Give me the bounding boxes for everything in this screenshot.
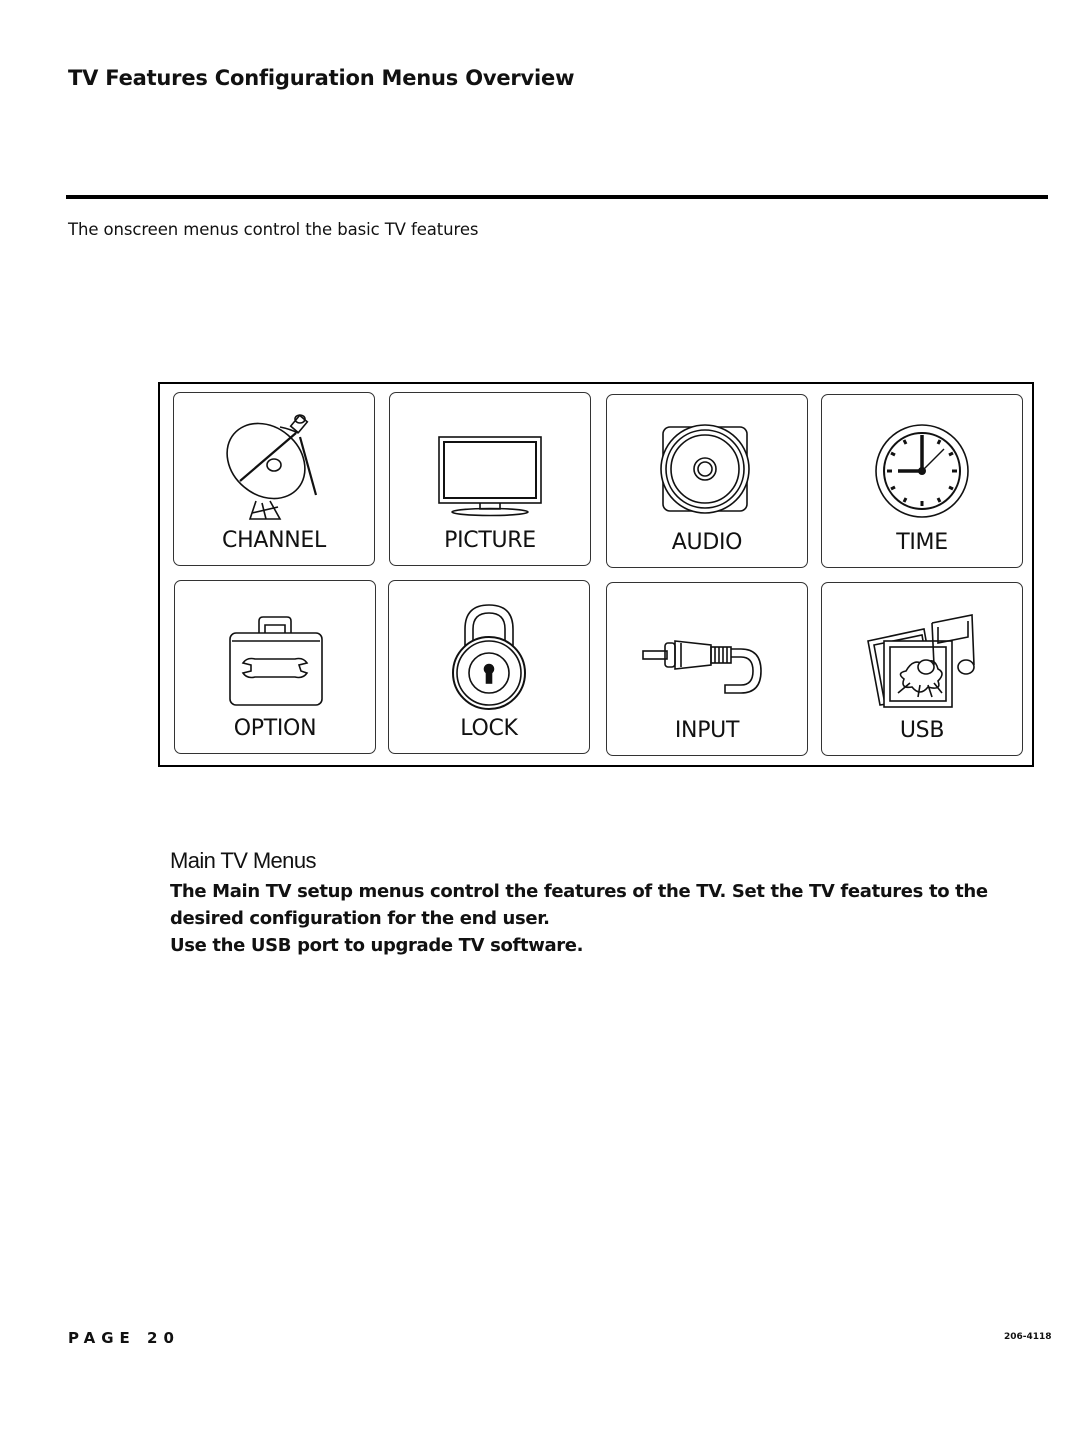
menu-tile-label: AUDIO <box>671 530 743 555</box>
body-paragraph: The Main TV setup menus control the feat… <box>170 881 988 929</box>
menu-tile-label: TIME <box>896 530 948 555</box>
menu-tile-input[interactable]: INPUT <box>606 582 808 756</box>
satellite-dish-icon <box>226 414 318 520</box>
photo-music-icon <box>867 614 975 708</box>
menu-tile-audio[interactable]: AUDIO <box>606 394 808 568</box>
body-paragraph: Use the USB port to upgrade TV software. <box>170 935 584 956</box>
tv-monitor-icon <box>438 436 542 517</box>
padlock-icon <box>452 604 526 710</box>
menu-tile-picture[interactable]: PICTURE <box>389 392 591 566</box>
menu-tile-lock[interactable]: LOCK <box>388 580 590 754</box>
header-rule <box>66 195 1048 199</box>
menu-tile-channel[interactable]: CHANNEL <box>173 392 375 566</box>
menu-tile-time[interactable]: TIME <box>821 394 1023 568</box>
toolbox-wrench-icon <box>229 616 323 706</box>
menu-tile-label: LOCK <box>460 716 518 741</box>
menu-tile-label: USB <box>899 718 945 743</box>
clock-icon <box>875 424 969 518</box>
menu-tile-label: INPUT <box>674 718 740 743</box>
page-title: TV Features Configuration Menus Overview <box>68 66 575 90</box>
main-menu-panel: CHANNEL PICTURE AUDIO TIME OPTION LOCK I… <box>158 382 1034 767</box>
speaker-icon <box>660 424 750 514</box>
intro-text: The onscreen menus control the basic TV … <box>68 220 479 239</box>
page-number: PAGE 20 <box>68 1329 180 1347</box>
menu-tile-option[interactable]: OPTION <box>174 580 376 754</box>
menu-tile-label: PICTURE <box>444 528 536 553</box>
rca-cable-icon <box>642 640 762 694</box>
menu-tile-label: CHANNEL <box>222 528 326 553</box>
menu-tile-usb[interactable]: USB <box>821 582 1023 756</box>
section-heading: Main TV Menus <box>170 848 316 873</box>
section-body: The Main TV setup menus control the feat… <box>170 878 1040 959</box>
menu-tile-label: OPTION <box>233 716 317 741</box>
document-code: 206-4118 <box>1004 1332 1052 1342</box>
